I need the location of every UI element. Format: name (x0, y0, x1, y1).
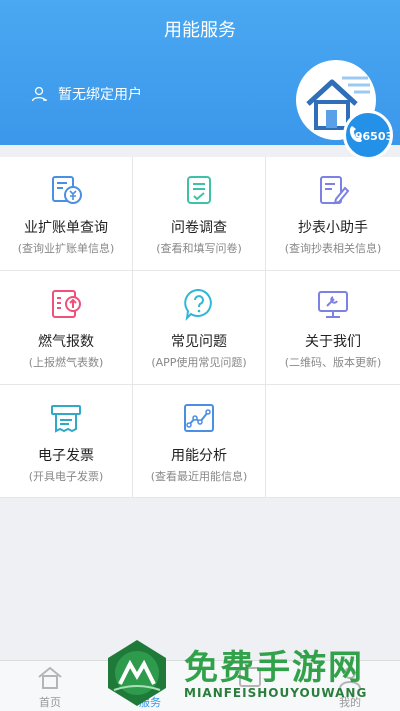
user-binding-label: 暂无绑定用户 (58, 87, 142, 103)
watermark-title: 免费手游网 (184, 648, 364, 688)
service-title: 关于我们 (305, 334, 361, 350)
service-grid: 业扩账单查询 (查询业扩账单信息) 问卷调查 (查看和填写问卷) 抄表小助手 (… (0, 157, 400, 498)
question-bubble-icon (184, 288, 212, 321)
watermark-subtitle: MIANFEISHOUYOUWANG (184, 686, 368, 700)
service-title: 用能分析 (171, 448, 227, 464)
service-subtitle: (查询业扩账单信息) (17, 242, 115, 255)
header: 用能服务 暂无绑定用户 (0, 0, 400, 145)
service-title: 业扩账单查询 (24, 220, 108, 236)
service-gas-report[interactable]: 燃气报数 (上报燃气表数) (0, 271, 133, 385)
service-title: 燃气报数 (38, 334, 94, 350)
service-faq[interactable]: 常见问题 (APP使用常见问题) (133, 271, 266, 385)
hotline-button[interactable]: 96503 (343, 110, 393, 160)
invoice-print-icon (51, 405, 81, 433)
page-title: 用能服务 (164, 20, 236, 41)
service-bill-query[interactable]: 业扩账单查询 (查询业扩账单信息) (0, 157, 133, 271)
service-subtitle: (查询抄表相关信息) (284, 242, 382, 255)
user-icon (31, 86, 47, 102)
tab-home[interactable]: 首页 (20, 665, 80, 710)
watermark-logo-icon (108, 640, 166, 706)
service-about-us[interactable]: 关于我们 (二维码、版本更新) (266, 271, 400, 385)
empty-cell (266, 385, 400, 498)
service-title: 电子发票 (38, 448, 94, 464)
service-title: 抄表小助手 (298, 220, 368, 236)
service-subtitle: (查看和填写问卷) (156, 242, 242, 255)
service-usage-analysis[interactable]: 用能分析 (查看最近用能信息) (133, 385, 266, 498)
service-subtitle: (查看最近用能信息) (150, 470, 248, 483)
service-subtitle: (二维码、版本更新) (284, 356, 382, 369)
service-subtitle: (开具电子发票) (28, 470, 104, 483)
monitor-wrench-icon (318, 291, 348, 318)
watermark: 免费手游网 MIANFEISHOUYOUWANG (104, 638, 394, 708)
user-binding-row[interactable]: 暂无绑定用户 (30, 84, 142, 104)
service-subtitle: (APP使用常见问题) (151, 356, 247, 369)
tab-label: 首页 (39, 696, 61, 709)
gas-upload-icon (52, 290, 81, 318)
service-subtitle: (上报燃气表数) (28, 356, 104, 369)
bill-yuan-icon (52, 176, 82, 204)
questionnaire-check-icon (187, 176, 211, 204)
meter-edit-icon (320, 176, 350, 205)
service-title: 问卷调查 (171, 220, 227, 236)
phone-icon (349, 126, 362, 143)
service-questionnaire[interactable]: 问卷调查 (查看和填写问卷) (133, 157, 266, 271)
service-e-invoice[interactable]: 电子发票 (开具电子发票) (0, 385, 133, 498)
service-title: 常见问题 (171, 334, 227, 350)
analysis-chart-icon (184, 404, 214, 432)
home-icon (38, 666, 62, 689)
service-meter-helper[interactable]: 抄表小助手 (查询抄表相关信息) (266, 157, 400, 271)
